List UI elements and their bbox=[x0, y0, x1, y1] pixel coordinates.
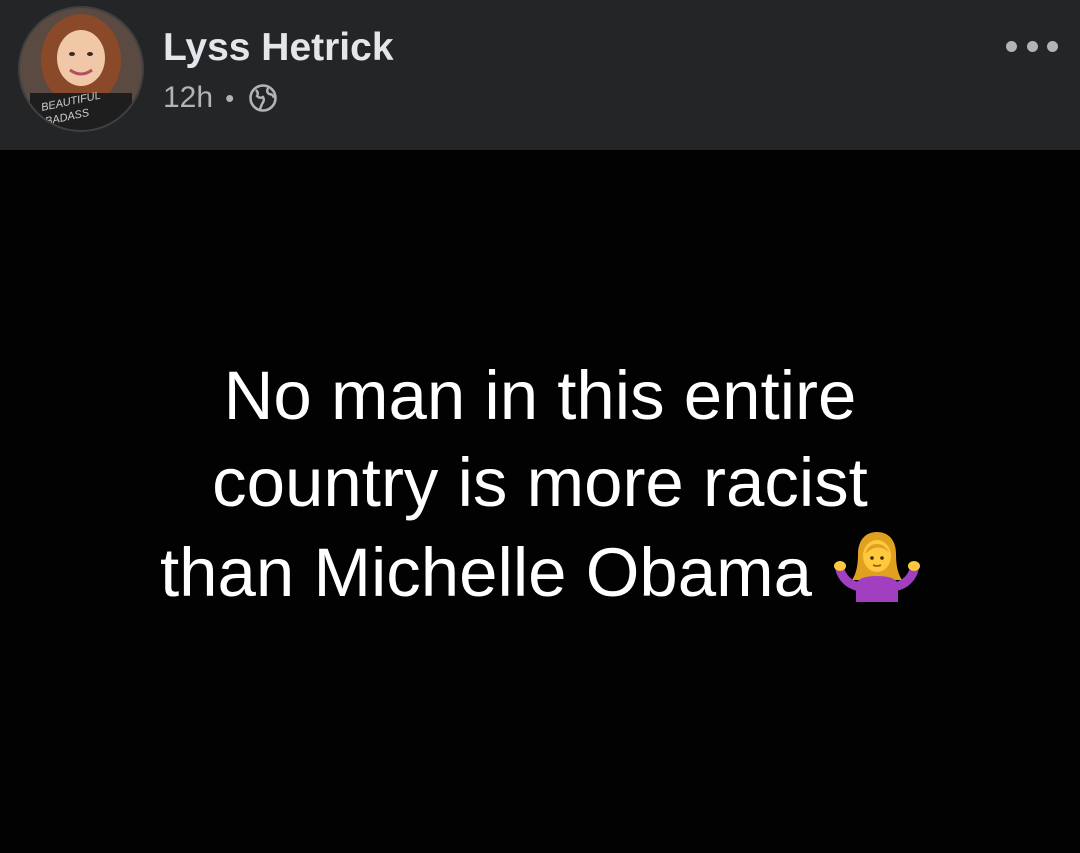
more-options-icon[interactable] bbox=[1006, 32, 1058, 60]
globe-icon[interactable] bbox=[248, 83, 278, 113]
avatar-photo: BEAUTIFUL BADASS bbox=[20, 8, 142, 130]
image-text-line-2: country is more racist bbox=[212, 444, 868, 521]
post-header: BEAUTIFUL BADASS Lyss Hetrick 12h • bbox=[0, 0, 1080, 150]
person-shrugging-emoji-icon bbox=[834, 526, 920, 622]
post-image-text: No man in this entire country is more ra… bbox=[0, 352, 1080, 622]
more-dot bbox=[1026, 40, 1038, 52]
more-dot bbox=[1047, 40, 1058, 52]
more-dot bbox=[1006, 40, 1017, 52]
post-meta: 12h • bbox=[163, 80, 278, 116]
image-text-line-3: than Michelle Obama bbox=[160, 534, 812, 611]
image-text-line-3-row: than Michelle Obama bbox=[0, 526, 1080, 622]
avatar[interactable]: BEAUTIFUL BADASS bbox=[20, 8, 142, 130]
post-timestamp[interactable]: 12h bbox=[163, 81, 213, 115]
author-name[interactable]: Lyss Hetrick bbox=[163, 26, 394, 70]
meta-separator: • bbox=[225, 82, 235, 113]
image-text-line-1: No man in this entire bbox=[223, 357, 857, 434]
post-image[interactable]: No man in this entire country is more ra… bbox=[0, 150, 1080, 853]
